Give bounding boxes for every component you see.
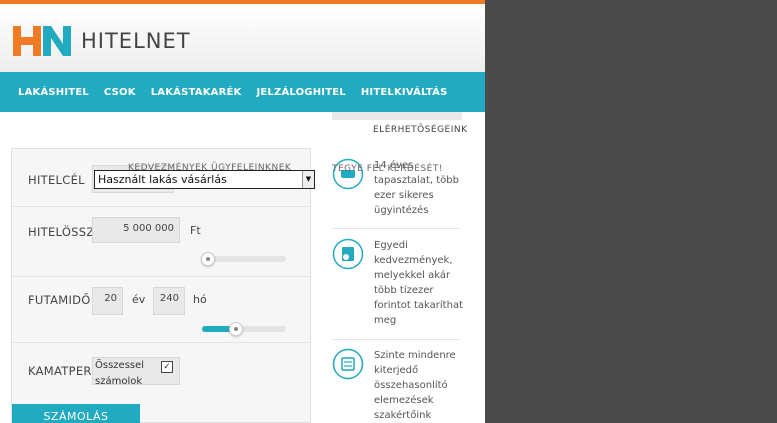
feature-comparison: Szinte mindenre kiterjedő összehasonlító… bbox=[332, 348, 467, 423]
header: HITELNET bbox=[0, 4, 485, 72]
logo[interactable]: HITELNET bbox=[13, 26, 191, 56]
money-icon bbox=[332, 238, 364, 270]
interest-period-label: KAMATPER bbox=[28, 364, 92, 378]
logo-text: HITELNET bbox=[81, 29, 191, 53]
feature-text: Egyedi kedvezmények, melyekkel akár több… bbox=[374, 240, 463, 326]
nav-item-hitelkivaltas[interactable]: HITELKIVÁLTÁS bbox=[361, 87, 448, 98]
interest-option-line1: Összessel bbox=[95, 360, 145, 371]
empty-viewport-area bbox=[485, 0, 777, 423]
contacts-button-bar[interactable] bbox=[332, 112, 462, 120]
nav-item-jelzaloghitel[interactable]: JELZÁLOGHITEL bbox=[256, 87, 345, 98]
feature-text: 14 éves tapasztalat, több ezer sikeres ü… bbox=[374, 160, 459, 216]
term-years-input[interactable]: 20 bbox=[92, 287, 123, 315]
term-years-unit: év bbox=[132, 293, 146, 306]
chevron-down-icon[interactable]: ▼ bbox=[302, 171, 314, 188]
loan-amount-row: HITELÖSSZ 5 000 000 Ft bbox=[12, 207, 310, 277]
feature-divider bbox=[332, 339, 460, 340]
loan-calculator-form: HITELCÉL KEDVEZMÉNYEK ÜGYFELEINKNEK Hasz… bbox=[11, 148, 315, 423]
term-row: FUTAMIDŐ 20 év 240 hó bbox=[12, 277, 310, 343]
loan-amount-input[interactable]: 5 000 000 bbox=[92, 217, 180, 243]
calculate-button[interactable]: SZÁMOLÁS bbox=[12, 404, 140, 423]
contacts-link[interactable]: ELÉRHETŐSÉGEINK bbox=[373, 125, 468, 135]
loan-purpose-label: HITELCÉL bbox=[28, 173, 85, 187]
calculator-icon bbox=[332, 348, 364, 380]
handshake-icon bbox=[332, 158, 364, 190]
feature-discounts: Egyedi kedvezmények, melyekkel akár több… bbox=[332, 238, 467, 333]
loan-purpose-select[interactable]: Használt lakás vásárlás ▼ bbox=[94, 170, 315, 189]
feature-text: Szinte mindenre kiterjedő összehasonlító… bbox=[374, 350, 456, 421]
term-months-input[interactable]: 240 bbox=[153, 287, 185, 315]
term-label: FUTAMIDŐ bbox=[28, 293, 91, 307]
term-slider-handle[interactable] bbox=[229, 322, 243, 336]
nav-item-lakastakarek[interactable]: LAKÁSTAKARÉK bbox=[151, 87, 242, 98]
loan-amount-value: 5 000 000 bbox=[123, 223, 174, 234]
term-months-value: 240 bbox=[159, 293, 179, 304]
nav-item-csok[interactable]: CSOK bbox=[104, 87, 136, 98]
interest-period-row: KAMATPER Összessel számolok ✓ bbox=[12, 343, 310, 403]
loan-amount-slider-handle[interactable] bbox=[201, 252, 215, 266]
loan-purpose-row: HITELCÉL KEDVEZMÉNYEK ÜGYFELEINKNEK Hasz… bbox=[12, 149, 315, 207]
hn-logo-icon bbox=[13, 26, 71, 56]
page: HITELNET LAKÁSHITEL CSOK LAKÁSTAKARÉK JE… bbox=[0, 0, 485, 423]
term-months-unit: hó bbox=[193, 293, 207, 306]
loan-amount-label: HITELÖSSZ bbox=[28, 225, 95, 239]
interest-checkbox[interactable]: ✓ bbox=[161, 361, 173, 373]
loan-amount-unit: Ft bbox=[190, 224, 201, 237]
loan-purpose-selected-value: Használt lakás vásárlás bbox=[98, 173, 227, 186]
checkmark-icon: ✓ bbox=[163, 362, 171, 372]
term-years-value: 20 bbox=[104, 293, 117, 304]
feature-experience: TEGYE FEL KÉRDÉSÉT! 14 éves tapasztalat,… bbox=[332, 158, 467, 228]
interest-option-line2: számolok bbox=[95, 376, 143, 387]
feature-divider bbox=[332, 228, 460, 229]
nav-item-lakashitel[interactable]: LAKÁSHITEL bbox=[18, 87, 89, 98]
main-nav: LAKÁSHITEL CSOK LAKÁSTAKARÉK JELZÁLOGHIT… bbox=[0, 72, 485, 112]
